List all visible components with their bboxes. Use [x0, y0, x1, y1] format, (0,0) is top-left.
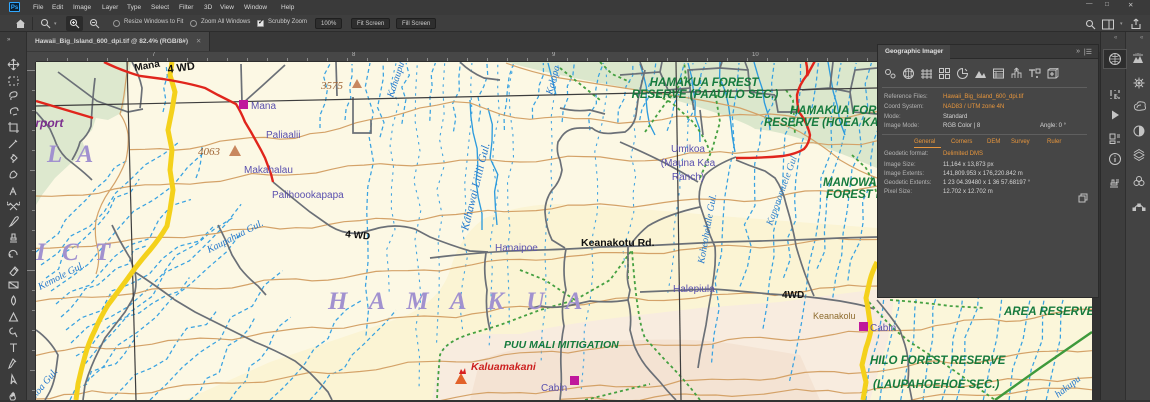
svg-text:Makahalau: Makahalau: [244, 165, 293, 176]
svg-text:Cabin: Cabin: [541, 383, 567, 394]
svg-text:5: 5: [1114, 94, 1118, 101]
svg-text:FOREST R: FOREST R: [826, 189, 885, 201]
svg-text:3575: 3575: [320, 80, 344, 92]
svg-text:Halepiula: Halepiula: [673, 284, 715, 295]
svg-text:HAMAKUA FOREST: HAMAKUA FOREST: [650, 77, 760, 89]
svg-text:RESERVE (HOEA KA: RESERVE (HOEA KA: [764, 117, 879, 129]
svg-text:Keanakolu: Keanakolu: [813, 311, 856, 321]
svg-text:Mana: Mana: [251, 101, 276, 112]
svg-text:Ranch): Ranch): [672, 172, 704, 183]
svg-text:4WD: 4WD: [782, 290, 804, 301]
svg-text:(LAUPAHOEHOE SEC.): (LAUPAHOEHOE SEC.): [873, 379, 999, 391]
svg-text:Cabin: Cabin: [870, 323, 896, 334]
svg-text:HAMAKUA FOR: HAMAKUA FOR: [790, 105, 877, 117]
svg-text:RESERVE (PAAUILO SEC.): RESERVE (PAAUILO SEC.): [632, 89, 779, 101]
svg-text:4063: 4063: [198, 146, 221, 158]
svg-text:H A M A K U A: H A M A K U A: [327, 288, 590, 315]
svg-text:MANOWA: MANOWA: [823, 177, 877, 189]
svg-text:AREA RESERVE: AREA RESERVE: [1003, 306, 1092, 318]
svg-text:HILO FOREST RESERVE: HILO FOREST RESERVE: [870, 355, 1006, 367]
svg-text:(Mauna Kea: (Mauna Kea: [661, 158, 716, 169]
svg-text:Palihoookapapa: Palihoookapapa: [272, 190, 344, 201]
svg-text:irport: irport: [36, 116, 64, 130]
svg-text:Umikoa: Umikoa: [671, 144, 705, 155]
svg-text:L A: L A: [46, 141, 98, 168]
svg-text:Keanakotu Rd.: Keanakotu Rd.: [581, 237, 655, 249]
svg-text:Hanaipoe: Hanaipoe: [495, 243, 538, 254]
svg-text:Paliaalii: Paliaalii: [266, 130, 300, 141]
svg-text:Kaluamakani: Kaluamakani: [471, 361, 537, 373]
svg-text:PUU MALI MITIGATION: PUU MALI MITIGATION: [504, 339, 619, 351]
svg-text:I C T: I C T: [36, 239, 115, 266]
